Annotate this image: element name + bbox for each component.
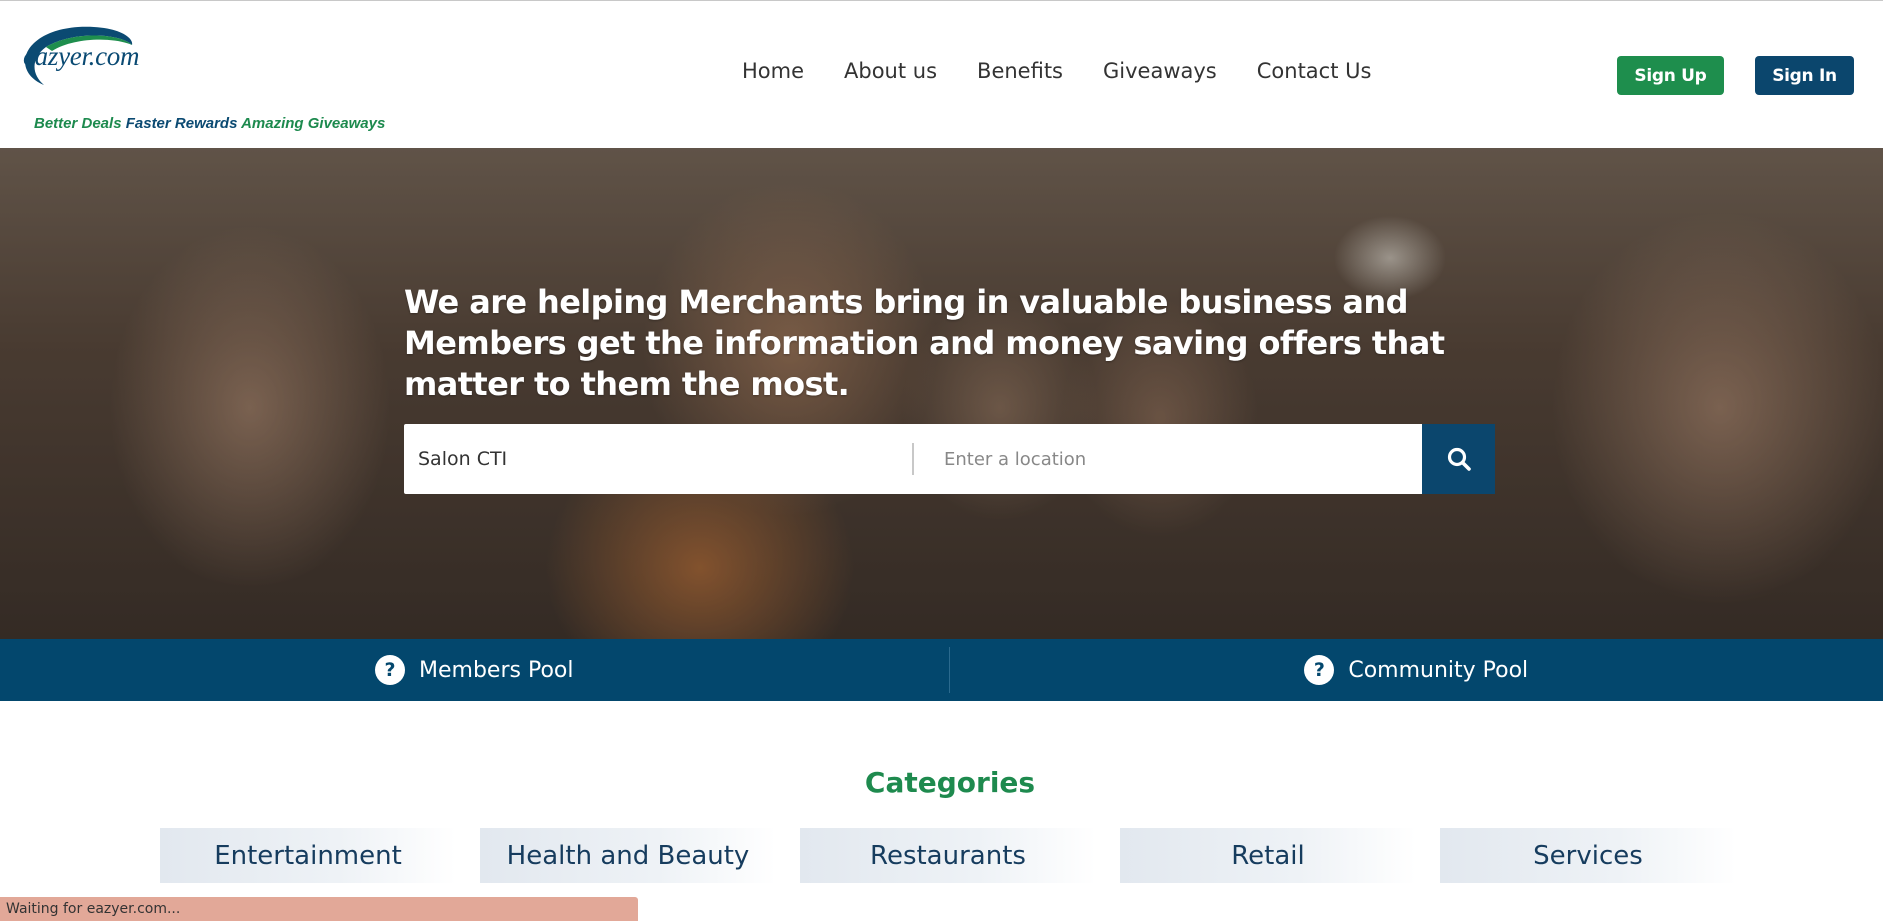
nav-giveaways[interactable]: Giveaways — [1103, 59, 1217, 83]
location-input[interactable] — [944, 448, 1422, 470]
nav-benefits[interactable]: Benefits — [977, 59, 1063, 83]
tagline: Better Deals Faster Rewards Amazing Give… — [34, 115, 385, 132]
logo-text: eazyer.com — [23, 41, 140, 71]
search-button[interactable] — [1422, 424, 1495, 494]
category-services[interactable]: Services — [1440, 828, 1736, 883]
hero-title: We are helping Merchants bring in valuab… — [404, 283, 1445, 403]
search-location-wrapper — [914, 424, 1422, 494]
community-pool-link[interactable]: ? Community Pool — [950, 639, 1883, 701]
category-health-and-beauty[interactable]: Health and Beauty — [480, 828, 776, 883]
nav-home[interactable]: Home — [742, 59, 804, 83]
members-pool-label: Members Pool — [419, 657, 574, 683]
search-keyword-wrapper — [404, 424, 912, 494]
nav-contact-us[interactable]: Contact Us — [1257, 59, 1372, 83]
members-pool-link[interactable]: ? Members Pool — [0, 639, 949, 701]
search-bar — [404, 424, 1495, 494]
tagline-better-deals: Better Deals — [34, 115, 122, 132]
tagline-amazing-giveaways: Amazing Giveaways — [241, 115, 386, 132]
category-retail[interactable]: Retail — [1120, 828, 1416, 883]
category-restaurants[interactable]: Restaurants — [800, 828, 1096, 883]
site-logo[interactable]: eazyer.com — [16, 23, 166, 93]
tagline-faster-rewards: Faster Rewards — [125, 115, 238, 132]
question-circle-icon: ? — [1304, 655, 1335, 685]
main-nav: Home About us Benefits Giveaways Contact… — [742, 59, 1371, 83]
search-input[interactable] — [418, 448, 912, 470]
community-pool-label: Community Pool — [1348, 657, 1529, 683]
search-icon — [1447, 447, 1471, 471]
browser-status-bar: Waiting for eazyer.com... — [0, 897, 638, 921]
sign-in-button[interactable]: Sign In — [1755, 56, 1854, 95]
categories-heading: Categories — [864, 766, 1036, 799]
hero-banner: We are helping Merchants bring in valuab… — [0, 148, 1883, 639]
category-entertainment[interactable]: Entertainment — [160, 828, 456, 883]
nav-about-us[interactable]: About us — [844, 59, 937, 83]
pools-bar: ? Members Pool ? Community Pool — [0, 639, 1883, 701]
sign-up-button[interactable]: Sign Up — [1617, 56, 1724, 95]
question-circle-icon: ? — [375, 655, 406, 685]
site-header: eazyer.com Better Deals Faster Rewards A… — [0, 1, 1883, 148]
categories-list: Entertainment Health and Beauty Restaura… — [160, 828, 1736, 883]
